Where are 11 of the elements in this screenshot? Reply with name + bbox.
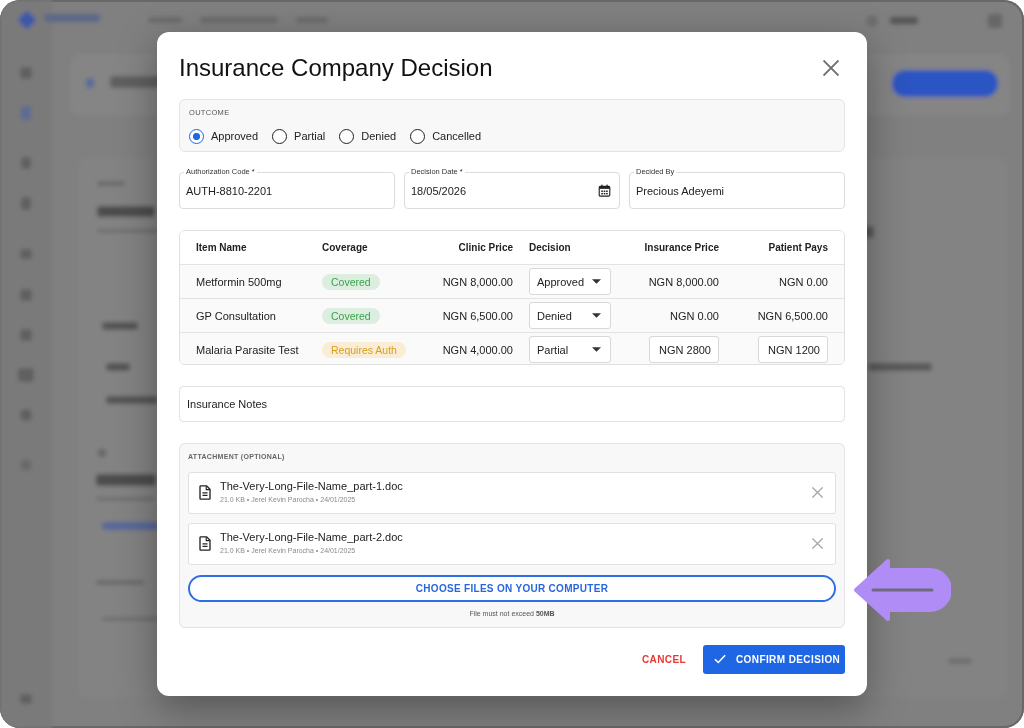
confirm-button[interactable]: CONFIRM DECISION xyxy=(703,645,845,674)
document-icon xyxy=(199,485,211,501)
file-name: The-Very-Long-File-Name_part-2.doc xyxy=(220,531,403,545)
file-name: The-Very-Long-File-Name_part-1.doc xyxy=(220,480,403,494)
document-icon xyxy=(199,536,211,552)
close-icon xyxy=(812,538,823,550)
close-icon xyxy=(812,487,823,499)
check-icon xyxy=(714,654,726,665)
cancel-button[interactable]: CANCEL xyxy=(641,648,686,671)
choose-files-button[interactable]: CHOOSE FILES ON YOUR COMPUTER xyxy=(188,575,836,602)
left-arrow-icon xyxy=(853,558,951,622)
